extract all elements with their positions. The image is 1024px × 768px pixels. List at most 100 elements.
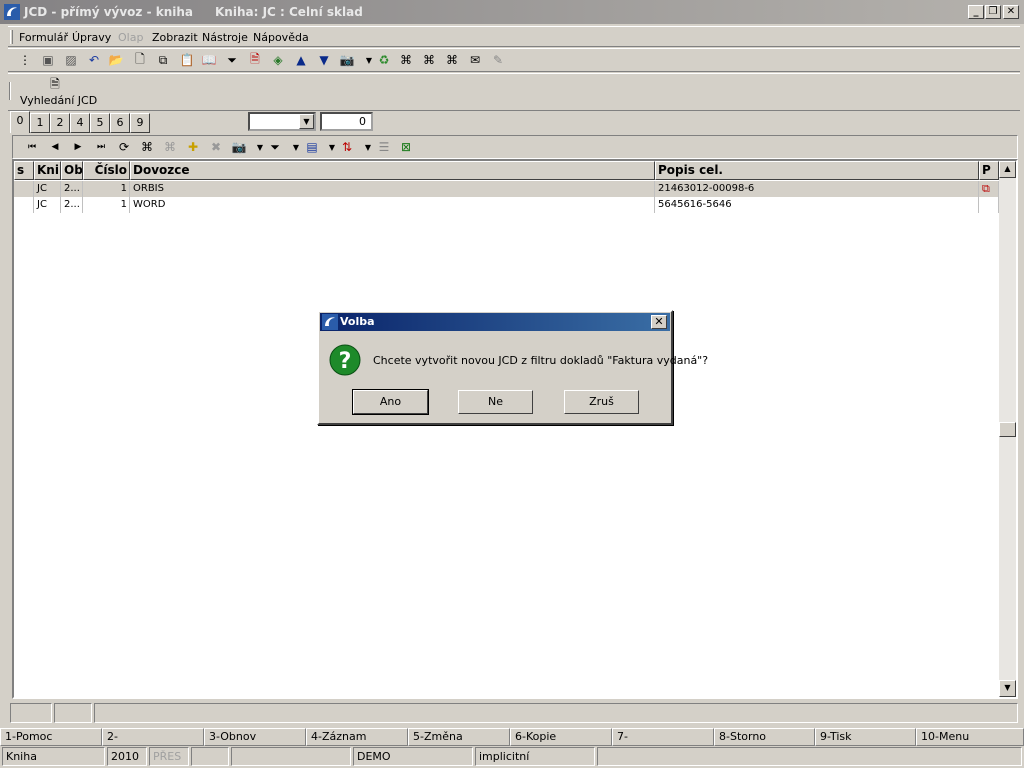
fkey-9[interactable]: 9-Tisk xyxy=(815,728,916,746)
undo-icon[interactable]: ↶ xyxy=(85,51,103,69)
save-as-icon[interactable]: ▨ xyxy=(62,51,80,69)
next-record-icon[interactable]: ▶ xyxy=(69,138,87,156)
columns-icon[interactable]: ▤ xyxy=(303,138,321,156)
list-icon[interactable]: ☰ xyxy=(375,138,393,156)
prev-record-icon[interactable]: ◀ xyxy=(46,138,64,156)
fkey-2[interactable]: 2- xyxy=(102,728,204,746)
no-button[interactable]: Ne xyxy=(458,390,533,414)
filter-combo[interactable]: ▼ xyxy=(248,112,316,131)
paste-icon[interactable]: 📋 xyxy=(178,51,196,69)
sort-az-icon[interactable]: ⇅ xyxy=(338,138,356,156)
cell-ob: 2... xyxy=(61,181,83,197)
document-copy-icon[interactable]: ⧉ xyxy=(979,181,999,197)
fkey-3[interactable]: 3-Obnov xyxy=(204,728,306,746)
tab-1[interactable]: 1 xyxy=(30,113,50,133)
number-field[interactable]: 0 xyxy=(320,112,373,131)
menu-bar: Formulář Úpravy Olap Zobrazit Nástroje N… xyxy=(8,26,1020,47)
arrow-down-icon[interactable]: ▼ xyxy=(315,51,333,69)
binoculars-icon[interactable]: ⌘ xyxy=(397,51,415,69)
column-header-kniha[interactable]: Knih xyxy=(34,161,61,180)
binoculars-next-icon[interactable]: ⌘ xyxy=(420,51,438,69)
column-header-s[interactable]: s xyxy=(14,161,34,180)
vyhledani-jcd-button[interactable]: Vyhledání JCD xyxy=(20,94,97,107)
fkey-10[interactable]: 10-Menu xyxy=(916,728,1024,746)
column-header-popis[interactable]: Popis cel. xyxy=(655,161,979,180)
function-key-bar: 1-Pomoc 2- 3-Obnov 4-Záznam 5-Změna 6-Ko… xyxy=(0,728,1024,746)
fkey-6[interactable]: 6-Kopie xyxy=(510,728,612,746)
new-document-icon[interactable]: 🗋 xyxy=(131,51,149,69)
arrow-up-icon[interactable]: ▲ xyxy=(292,51,310,69)
add-star-icon[interactable]: ✚ xyxy=(184,138,202,156)
dialog-title-bar[interactable]: Volba ✕ xyxy=(320,313,670,331)
tab-2[interactable]: 2 xyxy=(50,113,70,133)
tab-9[interactable]: 9 xyxy=(130,113,150,133)
menu-olap[interactable]: Olap xyxy=(118,31,143,44)
column-header-dovozce[interactable]: Dovozce xyxy=(130,161,655,180)
menu-nastroje[interactable]: Nástroje xyxy=(202,31,248,44)
camera-icon[interactable]: 📷 xyxy=(338,51,356,69)
status-db: DEMO xyxy=(353,747,473,766)
restore-button[interactable]: ❐ xyxy=(985,5,1001,19)
first-record-icon[interactable]: ⏮ xyxy=(23,138,41,156)
layers-icon[interactable]: ◈ xyxy=(269,51,287,69)
recycle-icon[interactable]: ♻ xyxy=(375,51,393,69)
window-title-bar[interactable]: JCD - přímý vývoz - kniha Kniha: JC : Ce… xyxy=(0,0,1024,24)
remove-icon[interactable]: ✖ xyxy=(207,138,225,156)
yes-button[interactable]: Ano xyxy=(352,389,429,415)
cell-dovozce: WORD xyxy=(130,197,655,213)
find-icon[interactable]: ⌘ xyxy=(138,138,156,156)
fkey-8[interactable]: 8-Storno xyxy=(714,728,815,746)
column-header-cislo[interactable]: Číslo xyxy=(83,161,130,180)
menu-zobrazit[interactable]: Zobrazit xyxy=(152,31,198,44)
close-window-button[interactable]: ✕ xyxy=(1003,5,1019,19)
save-icon[interactable]: ▣ xyxy=(39,51,57,69)
tab-6[interactable]: 6 xyxy=(110,113,130,133)
grid-camera-icon[interactable]: 📷 xyxy=(230,138,248,156)
document-search-icon[interactable]: 🗎 xyxy=(46,76,64,94)
cell-cislo: 1 xyxy=(83,197,130,213)
refresh-icon[interactable]: ⟳ xyxy=(115,138,133,156)
column-header-p[interactable]: P xyxy=(979,161,999,180)
tab-0[interactable]: 0 xyxy=(10,111,30,133)
copy-icon[interactable]: ⧉ xyxy=(154,51,172,69)
excel-export-icon[interactable]: ⊠ xyxy=(397,138,415,156)
find-next-icon[interactable]: ⌘ xyxy=(161,138,179,156)
cell-ob: 2... xyxy=(61,197,83,213)
binoculars-prev-icon[interactable]: ⌘ xyxy=(443,51,461,69)
status-bar: Kniha 2010 PŘES DEMO implicitní xyxy=(0,747,1024,768)
menu-upravy[interactable]: Úpravy xyxy=(72,31,111,44)
scroll-up-icon[interactable]: ▲ xyxy=(999,161,1016,178)
open-folder-icon[interactable]: 📂 xyxy=(107,51,125,69)
fkey-7[interactable]: 7- xyxy=(612,728,714,746)
vertical-scrollbar[interactable]: ▲ ▼ xyxy=(999,161,1016,697)
cancel-button[interactable]: Zruš xyxy=(564,390,639,414)
column-header-ob[interactable]: Ob xyxy=(61,161,83,180)
book-icon[interactable]: 📖 xyxy=(200,51,218,69)
menu-formular[interactable]: Formulář xyxy=(19,31,68,44)
dialog-close-icon[interactable]: ✕ xyxy=(651,315,667,329)
scroll-thumb[interactable] xyxy=(999,422,1016,437)
table-row[interactable]: JC 2... 1 WORD 5645616-5646 xyxy=(14,197,999,213)
scroll-down-icon[interactable]: ▼ xyxy=(999,680,1016,697)
filter-icon[interactable]: ⏷ xyxy=(223,51,241,69)
records-grid[interactable]: s Knih Ob Číslo Dovozce Popis cel. P JC … xyxy=(12,159,1018,699)
last-record-icon[interactable]: ⏭ xyxy=(92,138,110,156)
menu-napoveda[interactable]: Nápověda xyxy=(253,31,309,44)
menu-grip[interactable] xyxy=(10,30,13,44)
tab-5[interactable]: 5 xyxy=(90,113,110,133)
filter-document-icon[interactable]: 🗎 xyxy=(246,51,264,69)
chevron-down-icon[interactable]: ▼ xyxy=(299,114,314,129)
toolbar-grip[interactable] xyxy=(9,82,11,100)
tab-4[interactable]: 4 xyxy=(70,113,90,133)
grid-filter-icon[interactable]: ⏷ xyxy=(266,138,284,156)
tree-icon[interactable]: ⋮ xyxy=(16,51,34,69)
fkey-5[interactable]: 5-Změna xyxy=(408,728,510,746)
fkey-1[interactable]: 1-Pomoc xyxy=(0,728,102,746)
table-row[interactable]: JC 2... 1 ORBIS 21463012-00098-6 ⧉ xyxy=(14,181,999,197)
fkey-4[interactable]: 4-Záznam xyxy=(306,728,408,746)
status-panel-empty xyxy=(231,747,351,766)
mail-icon[interactable]: ✉ xyxy=(466,51,484,69)
edit-icon[interactable]: ✎ xyxy=(489,51,507,69)
main-toolbar: ⋮ ▣ ▨ ↶ 📂 🗋 ⧉ 📋 📖 ⏷ 🗎 ◈ ▲ ▼ 📷 ▼ ♻ ⌘ ⌘ ⌘ … xyxy=(8,48,1020,72)
minimize-button[interactable]: _ xyxy=(968,5,984,19)
